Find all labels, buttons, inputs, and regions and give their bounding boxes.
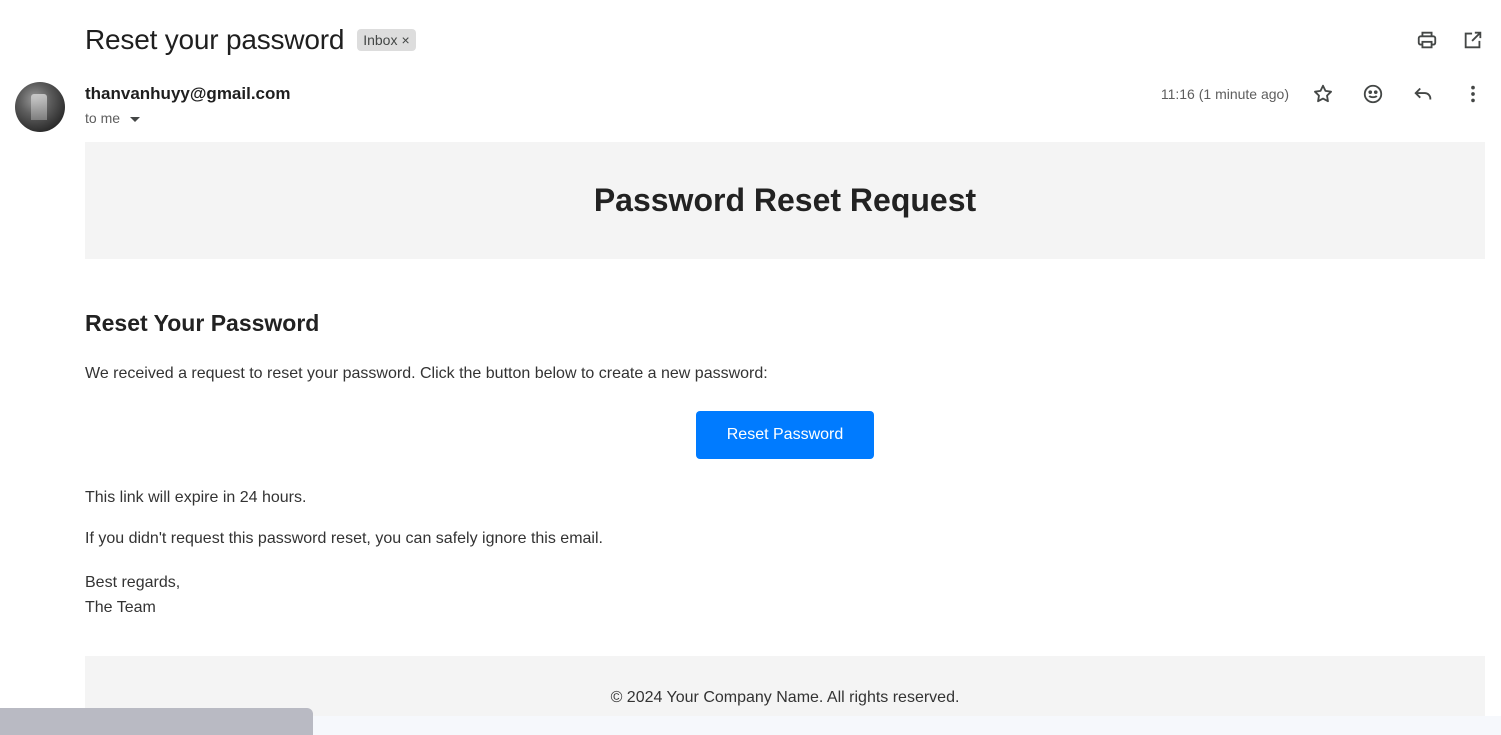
intro-text: We received a request to reset your pass…: [85, 365, 768, 382]
star-icon[interactable]: [1311, 82, 1335, 106]
banner-title: Password Reset Request: [593, 182, 977, 218]
reply-icon[interactable]: [1411, 82, 1435, 106]
minimized-panel[interactable]: [0, 708, 313, 735]
closing-text: Best regards,: [85, 574, 181, 591]
signoff: Best regards, The Team: [85, 570, 180, 620]
email-subject: Reset your password: [85, 24, 345, 55]
more-vertical-icon[interactable]: [1461, 82, 1485, 106]
email-banner: Password Reset Request: [85, 142, 1485, 259]
label-name: Inbox: [363, 32, 398, 48]
sender-email[interactable]: thanvanhuyy@gmail.com: [85, 84, 291, 104]
ignore-text: If you didn't request this password rese…: [85, 530, 603, 547]
chevron-down-icon[interactable]: [130, 116, 141, 122]
print-icon[interactable]: [1415, 28, 1439, 52]
reset-password-button[interactable]: Reset Password: [696, 411, 874, 459]
thread-actions: [1415, 28, 1485, 52]
content-heading: Reset Your Password: [85, 310, 320, 336]
recipient-details[interactable]: to me: [85, 110, 141, 126]
remove-label-button[interactable]: ×: [401, 32, 409, 48]
emoji-reaction-icon[interactable]: [1361, 82, 1385, 106]
footer-text: © 2024 Your Company Name. All rights res…: [610, 689, 960, 706]
message-meta: 11:16 (1 minute ago): [1161, 82, 1485, 106]
inbox-label-chip[interactable]: Inbox ×: [357, 29, 416, 51]
email-content: Reset Your Password We received a reques…: [85, 310, 1485, 616]
sender-avatar[interactable]: [15, 82, 65, 132]
timestamp: 11:16 (1 minute ago): [1160, 86, 1289, 102]
signature-text: The Team: [85, 599, 156, 616]
recipient-label: to me: [85, 110, 121, 126]
open-in-new-window-icon[interactable]: [1461, 28, 1485, 52]
subject-row: Reset your password Inbox ×: [85, 22, 416, 58]
button-container: Reset Password: [85, 411, 1485, 459]
expiry-text: This link will expire in 24 hours.: [85, 489, 307, 506]
